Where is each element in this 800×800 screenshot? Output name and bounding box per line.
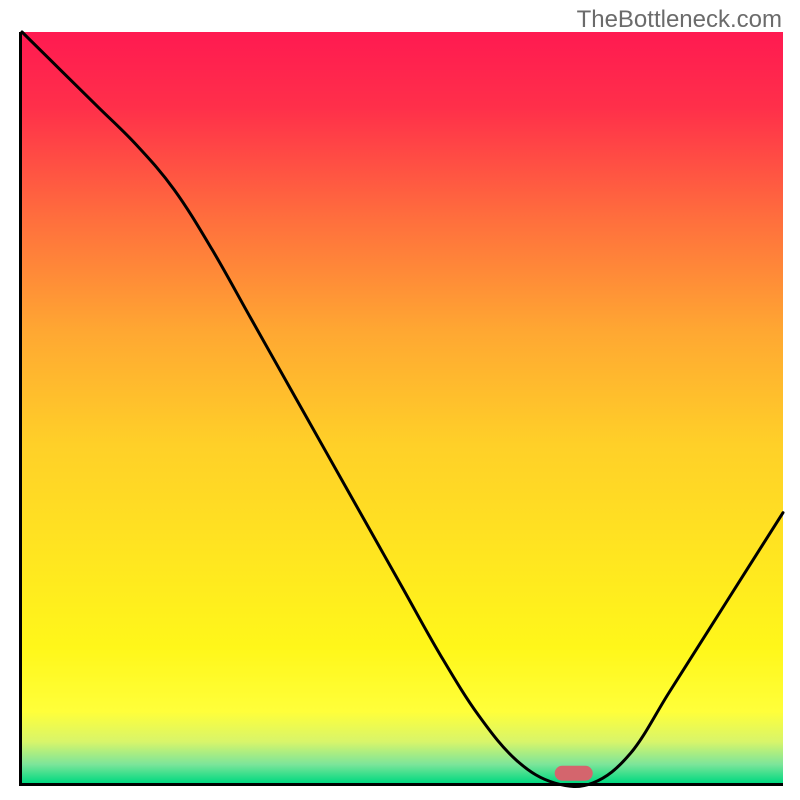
watermark-text: TheBottleneck.com (577, 6, 782, 34)
low-point-marker (22, 32, 783, 783)
chart-frame (19, 32, 783, 786)
